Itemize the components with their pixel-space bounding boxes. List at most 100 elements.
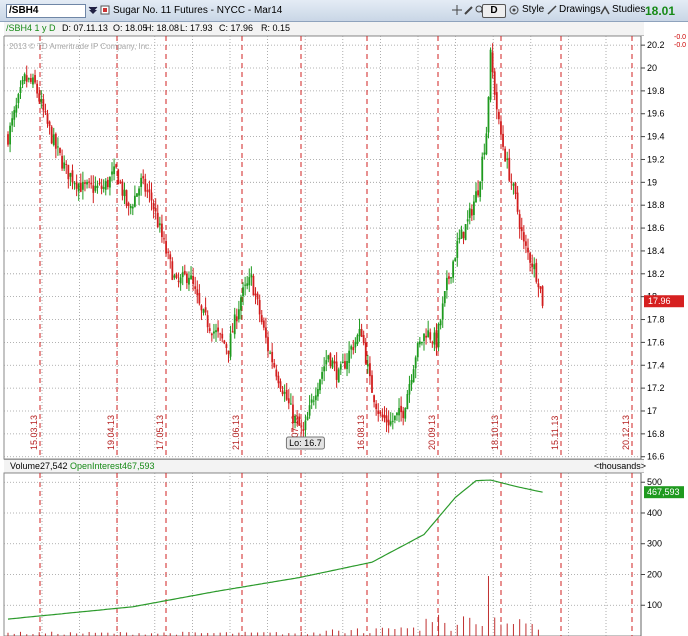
candle-body bbox=[52, 134, 55, 145]
units-label: <thousands> bbox=[594, 461, 647, 471]
candle-body bbox=[77, 183, 80, 192]
candle-body bbox=[69, 172, 72, 177]
candle-body bbox=[406, 394, 409, 410]
candle-body bbox=[148, 189, 151, 193]
candle-body bbox=[516, 192, 519, 212]
candle-body bbox=[127, 203, 130, 206]
candle-body bbox=[229, 333, 232, 357]
candle-body bbox=[510, 181, 513, 184]
candle-body bbox=[527, 247, 529, 253]
symbol-input[interactable]: /SBH4 bbox=[6, 4, 86, 18]
candle-body bbox=[271, 351, 274, 363]
candle-body bbox=[267, 337, 269, 352]
candle-body bbox=[96, 185, 99, 189]
price-tick-label: 17 bbox=[647, 406, 657, 416]
chevron-down-icon[interactable] bbox=[88, 5, 98, 15]
candle-body bbox=[452, 261, 455, 278]
candle-body bbox=[377, 410, 380, 414]
candle-body bbox=[240, 297, 242, 311]
candle-body bbox=[410, 380, 413, 385]
bar-low: L: 17.93 bbox=[180, 23, 213, 33]
pencil-icon[interactable] bbox=[464, 5, 474, 15]
candle-body bbox=[508, 157, 511, 181]
candle-body bbox=[464, 224, 467, 240]
price-tick-label: 19.6 bbox=[647, 109, 665, 119]
candle-body bbox=[362, 335, 365, 344]
candle-body bbox=[121, 181, 124, 196]
candle-body bbox=[414, 357, 417, 369]
candle-body bbox=[473, 201, 475, 216]
candle-body bbox=[219, 333, 222, 335]
candle-body bbox=[248, 277, 251, 286]
study-label[interactable]: /SBH4 1 y D bbox=[6, 22, 56, 35]
candle-body bbox=[354, 341, 357, 348]
style-button[interactable]: Style bbox=[519, 3, 547, 19]
candle-body bbox=[67, 164, 70, 180]
candle-body bbox=[416, 343, 419, 358]
price-badge: 17.96 bbox=[644, 295, 684, 308]
lower-pane bbox=[3, 472, 642, 636]
price-tick-label: 20 bbox=[647, 63, 657, 73]
candle-body bbox=[260, 315, 263, 323]
candle-body bbox=[491, 52, 494, 73]
candle-body bbox=[223, 340, 226, 344]
candle-body bbox=[111, 171, 113, 175]
candle-body bbox=[38, 93, 41, 102]
drawings-button[interactable]: Drawings bbox=[556, 3, 604, 19]
candle-body bbox=[177, 280, 180, 282]
drawing-mode-button[interactable]: D bbox=[482, 4, 506, 18]
candle-body bbox=[140, 177, 143, 187]
candle-body bbox=[493, 71, 496, 95]
candle-body bbox=[113, 166, 115, 175]
price-tick-label: 18.8 bbox=[647, 200, 665, 210]
candle-body bbox=[479, 181, 482, 198]
candle-body bbox=[258, 300, 261, 315]
candle-body bbox=[133, 195, 136, 207]
candle-body bbox=[196, 289, 199, 296]
candle-body bbox=[423, 333, 425, 341]
candle-body bbox=[435, 330, 438, 349]
volume-value: 27,542 bbox=[40, 461, 68, 471]
candle-body bbox=[131, 206, 134, 209]
candle-body bbox=[373, 395, 375, 403]
candle-body bbox=[65, 163, 68, 165]
candle-body bbox=[136, 193, 138, 197]
candle-body bbox=[487, 97, 490, 133]
candle-body bbox=[84, 182, 86, 184]
candle-body bbox=[29, 78, 32, 82]
candle-body bbox=[298, 416, 301, 426]
low-label-box: Lo: 16.7 bbox=[285, 436, 325, 450]
candle-body bbox=[337, 369, 340, 383]
candle-body bbox=[502, 133, 504, 147]
candle-body bbox=[418, 341, 421, 345]
ohlc-info-bar: /SBH4 1 y D D: 07.11.13 O: 18.05 H: 18.0… bbox=[4, 22, 644, 36]
studies-button[interactable]: Studies bbox=[609, 3, 648, 19]
candle-body bbox=[262, 320, 265, 328]
candle-body bbox=[408, 384, 411, 395]
candle-body bbox=[25, 75, 28, 82]
candle-body bbox=[115, 164, 118, 168]
candle-body bbox=[404, 408, 407, 419]
candle-body bbox=[398, 407, 400, 416]
candle-body bbox=[302, 429, 305, 431]
candle-body bbox=[9, 125, 11, 145]
candle-body bbox=[42, 99, 45, 111]
crosshair-icon[interactable] bbox=[452, 5, 462, 15]
candle-body bbox=[348, 350, 351, 363]
candle-body bbox=[344, 361, 346, 369]
candle-body bbox=[402, 410, 405, 419]
candle-body bbox=[213, 331, 215, 334]
candle-body bbox=[158, 223, 161, 226]
style-icon[interactable] bbox=[509, 5, 519, 15]
candle-body bbox=[273, 363, 276, 368]
candle-body bbox=[529, 253, 531, 263]
price-chart[interactable]: 15.03.13 19.04.13 17.05.13 21.06.13 19.07.13… bbox=[0, 36, 688, 636]
volume-label[interactable]: Volume bbox=[10, 460, 40, 472]
candle-body bbox=[57, 146, 59, 148]
bar-open: O: 18.05 bbox=[113, 23, 148, 33]
link-icon[interactable] bbox=[100, 5, 110, 15]
candle-body bbox=[292, 404, 294, 424]
oi-label[interactable]: OpenInterest bbox=[70, 460, 122, 472]
candle-body bbox=[11, 118, 14, 126]
candle-body bbox=[381, 414, 384, 418]
